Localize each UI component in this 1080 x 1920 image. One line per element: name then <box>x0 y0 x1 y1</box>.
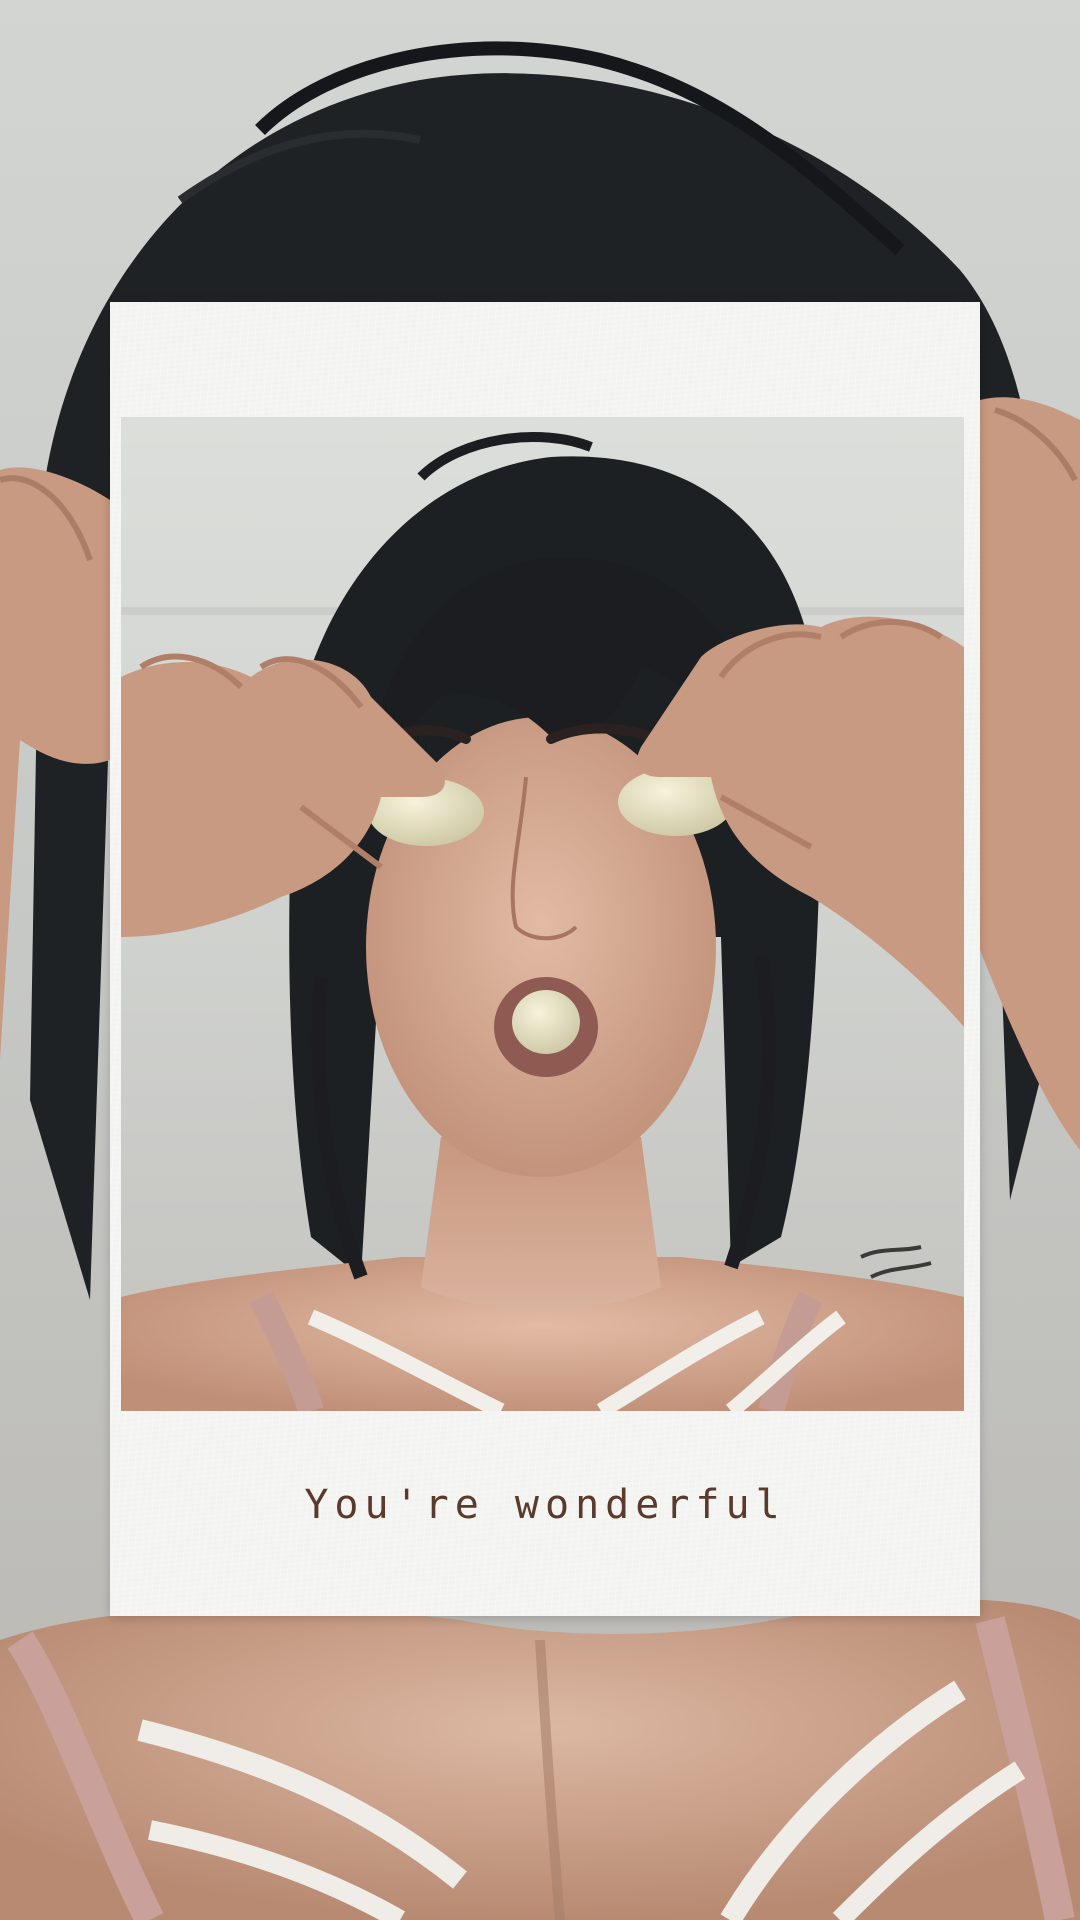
polaroid-frame: You're wonderful <box>110 302 980 1616</box>
portrait-illustration <box>121 417 964 1411</box>
caption-text: You're wonderful <box>304 1482 786 1528</box>
story-canvas: You're wonderful <box>0 0 1080 1920</box>
framed-photo <box>121 417 964 1411</box>
